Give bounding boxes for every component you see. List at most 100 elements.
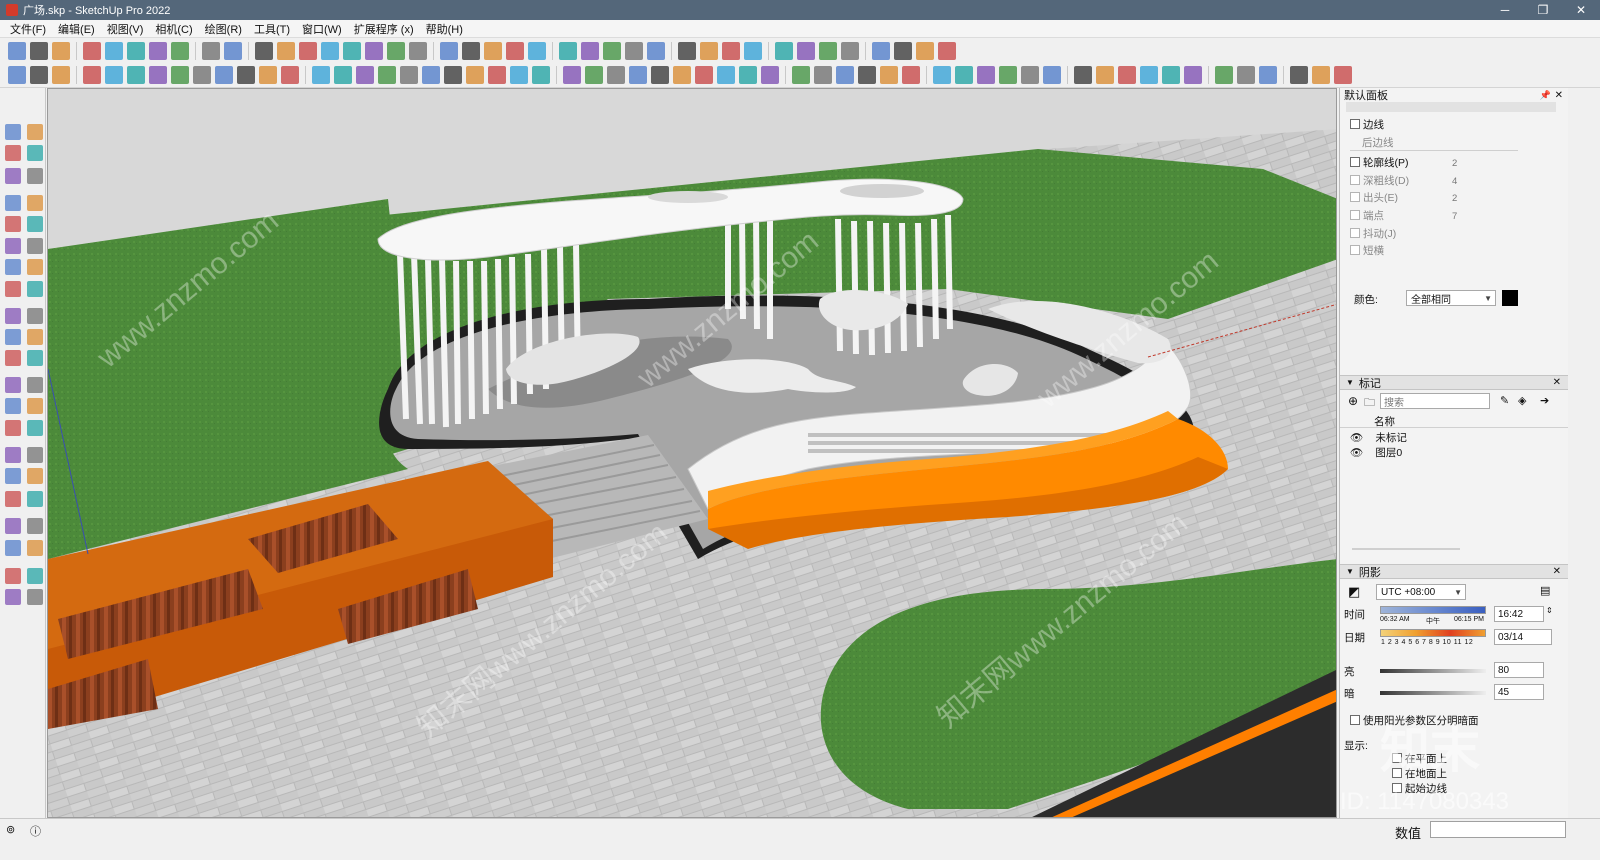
menu-window[interactable]: 窗口(W) bbox=[296, 21, 348, 37]
add-tag-icon[interactable]: ⊕ bbox=[1348, 394, 1358, 408]
tool-button-icon[interactable] bbox=[224, 41, 242, 60]
tool-button-icon[interactable] bbox=[1215, 66, 1233, 84]
tool-button-icon[interactable] bbox=[277, 41, 295, 60]
tool-button-icon[interactable] bbox=[400, 66, 418, 84]
drawing-tool-icon[interactable] bbox=[27, 568, 43, 584]
tool-button-icon[interactable] bbox=[814, 66, 832, 84]
drawing-tool-icon[interactable] bbox=[5, 518, 21, 534]
tool-button-icon[interactable] bbox=[1162, 66, 1180, 84]
tool-button-icon[interactable] bbox=[8, 41, 26, 60]
tool-button-icon[interactable] bbox=[484, 41, 502, 60]
close-icon[interactable]: ✕ bbox=[1555, 90, 1563, 101]
tool-button-icon[interactable] bbox=[797, 41, 815, 60]
tool-button-icon[interactable] bbox=[1021, 66, 1039, 84]
tool-button-icon[interactable] bbox=[1312, 66, 1330, 84]
tool-button-icon[interactable] bbox=[462, 41, 480, 60]
tool-button-icon[interactable] bbox=[625, 41, 643, 60]
drawing-tool-icon[interactable] bbox=[27, 329, 43, 345]
tool-button-icon[interactable] bbox=[52, 41, 70, 60]
drawing-tool-icon[interactable] bbox=[5, 195, 21, 211]
details-arrow-icon[interactable]: ➔ bbox=[1540, 394, 1549, 407]
tool-button-icon[interactable] bbox=[559, 41, 577, 60]
tool-button-icon[interactable] bbox=[30, 66, 48, 84]
menu-extensions[interactable]: 扩展程序 (x) bbox=[348, 21, 420, 37]
dashes-option[interactable]: 短横 bbox=[1350, 242, 1384, 258]
tool-button-icon[interactable] bbox=[528, 41, 546, 60]
profiles-width-value[interactable]: 2 bbox=[1452, 158, 1457, 169]
minimize-icon[interactable]: ─ bbox=[1486, 0, 1524, 20]
tool-button-icon[interactable] bbox=[1290, 66, 1308, 84]
tool-button-icon[interactable] bbox=[343, 41, 361, 60]
drawing-tool-icon[interactable] bbox=[5, 447, 21, 463]
drawing-tool-icon[interactable] bbox=[5, 568, 21, 584]
drawing-tool-icon[interactable] bbox=[27, 216, 43, 232]
edges-option[interactable]: 边线 bbox=[1350, 116, 1384, 132]
drawing-tool-icon[interactable] bbox=[27, 491, 43, 507]
tool-button-icon[interactable] bbox=[171, 66, 189, 84]
menu-tools[interactable]: 工具(T) bbox=[248, 21, 296, 37]
tag-row-layer0[interactable]: 👁 图层0 bbox=[1350, 445, 1402, 460]
drawing-tool-icon[interactable] bbox=[27, 168, 43, 184]
tool-button-icon[interactable] bbox=[299, 41, 317, 60]
drawing-tool-icon[interactable] bbox=[5, 468, 21, 484]
shadows-section-header[interactable]: ▼ 阴影 ✕ bbox=[1340, 564, 1568, 579]
time-input[interactable]: 16:42 bbox=[1494, 606, 1544, 622]
tool-button-icon[interactable] bbox=[506, 41, 524, 60]
add-folder-icon[interactable]: 🗀 bbox=[1364, 394, 1375, 413]
tool-button-icon[interactable] bbox=[30, 41, 48, 60]
tool-button-icon[interactable] bbox=[629, 66, 647, 84]
tool-button-icon[interactable] bbox=[1259, 66, 1277, 84]
spinner-icon[interactable]: ⇕ bbox=[1546, 606, 1553, 615]
date-input[interactable]: 03/14 bbox=[1494, 629, 1552, 645]
drawing-tool-icon[interactable] bbox=[27, 377, 43, 393]
tool-button-icon[interactable] bbox=[836, 66, 854, 84]
depth-cue-value[interactable]: 4 bbox=[1452, 176, 1457, 187]
tool-button-icon[interactable] bbox=[651, 66, 669, 84]
scene-render[interactable]: www.znzmo.com www.znzmo.com www.znzmo.co… bbox=[48, 89, 1337, 818]
edges-checkbox[interactable] bbox=[1350, 119, 1360, 129]
drawing-tool-icon[interactable] bbox=[5, 124, 21, 140]
drawing-tool-icon[interactable] bbox=[27, 281, 43, 297]
tool-button-icon[interactable] bbox=[739, 66, 757, 84]
tool-button-icon[interactable] bbox=[894, 41, 912, 60]
drawing-tool-icon[interactable] bbox=[27, 589, 43, 605]
tool-button-icon[interactable] bbox=[356, 66, 374, 84]
tool-button-icon[interactable] bbox=[563, 66, 581, 84]
close-icon[interactable]: ✕ bbox=[1562, 0, 1600, 20]
shadow-toggle-icon[interactable]: ◩ bbox=[1348, 584, 1360, 600]
tool-button-icon[interactable] bbox=[673, 66, 691, 84]
tool-button-icon[interactable] bbox=[955, 66, 973, 84]
drawing-tool-icon[interactable] bbox=[5, 216, 21, 232]
edge-color-swatch[interactable] bbox=[1502, 290, 1518, 306]
menu-view[interactable]: 视图(V) bbox=[101, 21, 150, 37]
dark-slider[interactable] bbox=[1380, 691, 1486, 695]
tool-button-icon[interactable] bbox=[902, 66, 920, 84]
pin-icon[interactable]: 📌 bbox=[1540, 90, 1551, 101]
extension-option[interactable]: 出头(E) bbox=[1350, 189, 1398, 205]
tool-button-icon[interactable] bbox=[378, 66, 396, 84]
tool-button-icon[interactable] bbox=[312, 66, 330, 84]
drawing-tool-icon[interactable] bbox=[5, 238, 21, 254]
tool-button-icon[interactable] bbox=[149, 66, 167, 84]
drawing-tool-icon[interactable] bbox=[27, 238, 43, 254]
jitter-option[interactable]: 抖动(J) bbox=[1350, 225, 1396, 241]
tool-button-icon[interactable] bbox=[581, 41, 599, 60]
timezone-select[interactable]: UTC +08:00 ▼ bbox=[1376, 584, 1466, 600]
tool-button-icon[interactable] bbox=[717, 66, 735, 84]
drawing-tool-icon[interactable] bbox=[27, 398, 43, 414]
measurements-input[interactable] bbox=[1430, 821, 1566, 838]
drawing-tool-icon[interactable] bbox=[27, 145, 43, 161]
tool-button-icon[interactable] bbox=[440, 41, 458, 60]
drawing-tool-icon[interactable] bbox=[5, 308, 21, 324]
drawing-tool-icon[interactable] bbox=[5, 259, 21, 275]
menu-draw[interactable]: 绘图(R) bbox=[199, 21, 248, 37]
drawing-tool-icon[interactable] bbox=[27, 259, 43, 275]
tool-button-icon[interactable] bbox=[466, 66, 484, 84]
drawing-tool-icon[interactable] bbox=[5, 491, 21, 507]
name-column-header[interactable]: 名称 bbox=[1374, 414, 1395, 429]
tool-button-icon[interactable] bbox=[880, 66, 898, 84]
dashes-checkbox[interactable] bbox=[1350, 245, 1360, 255]
endpoints-checkbox[interactable] bbox=[1350, 210, 1360, 220]
depth-cue-checkbox[interactable] bbox=[1350, 175, 1360, 185]
tool-button-icon[interactable] bbox=[775, 41, 793, 60]
